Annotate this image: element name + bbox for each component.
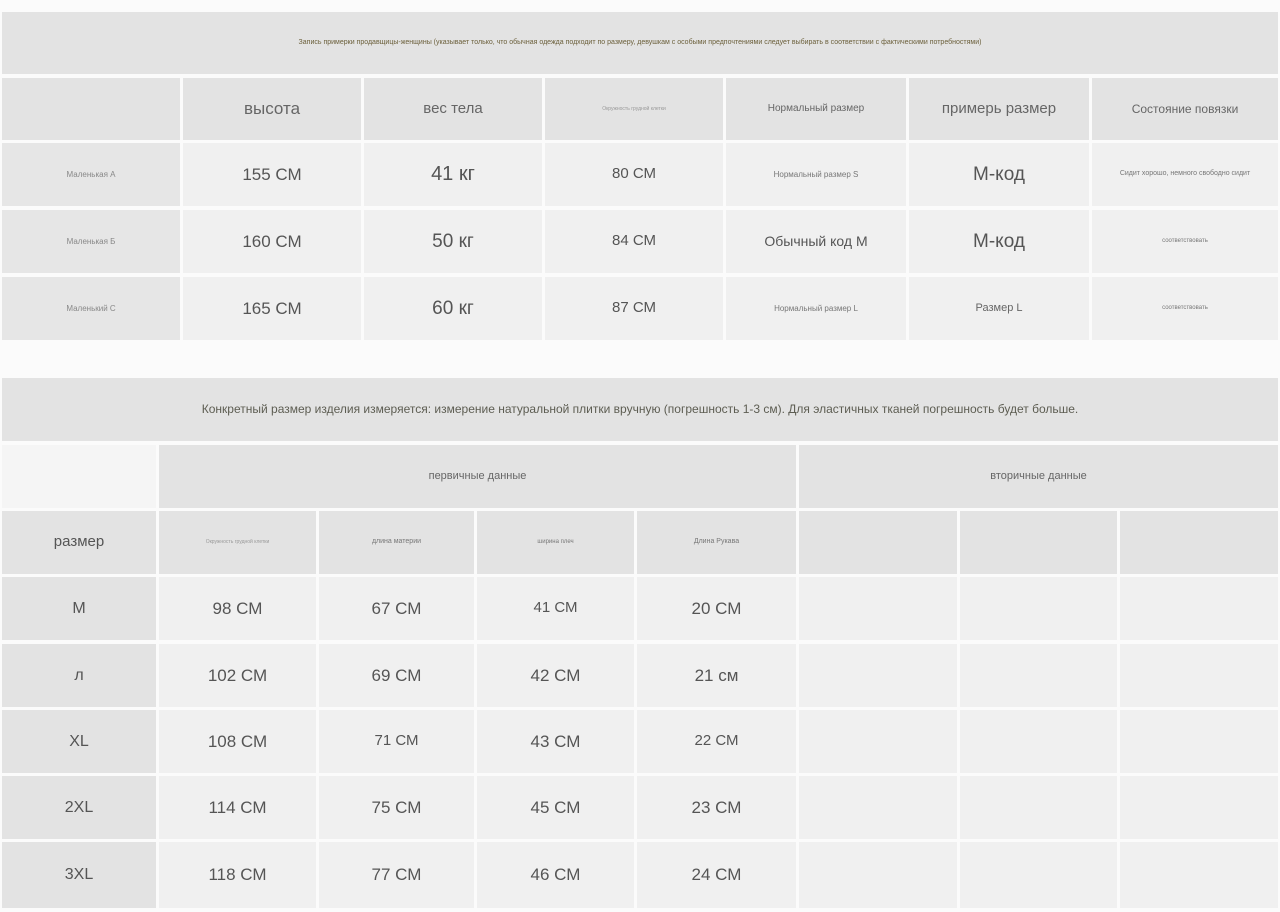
sub-header-secondary-1	[799, 511, 957, 574]
fitting-header-status: Состояние повязки	[1092, 78, 1278, 140]
fitting-header-normal-size: Нормальный размер	[726, 78, 906, 140]
size-row-secondary-2	[960, 577, 1117, 640]
size-row-shoulder: 45 СМ	[477, 776, 634, 839]
fitting-row-bust: 87 СМ	[545, 277, 723, 340]
size-row-shoulder: 46 СМ	[477, 842, 634, 908]
size-row-label: л	[2, 644, 156, 707]
size-row-label: 2XL	[2, 776, 156, 839]
size-table-banner: Конкретный размер изделия измеряется: из…	[2, 378, 1278, 441]
size-row-length: 67 СМ	[319, 577, 474, 640]
fitting-header-height: высота	[183, 78, 361, 140]
size-row-secondary-1	[799, 644, 957, 707]
fitting-row-name: Маленькая А	[2, 143, 180, 206]
sub-header-length: длина материи	[319, 511, 474, 574]
size-row-label: M	[2, 577, 156, 640]
size-row-length: 77 СМ	[319, 842, 474, 908]
group-header-secondary: вторичные данные	[799, 445, 1278, 508]
sub-header-secondary-2	[960, 511, 1117, 574]
fitting-row-normal-size: Нормальный размер S	[726, 143, 906, 206]
fitting-header-bust: Окружность грудной клетки	[545, 78, 723, 140]
size-row-secondary-1	[799, 776, 957, 839]
size-row-secondary-3	[1120, 842, 1278, 908]
size-column-header: размер	[2, 511, 156, 574]
fitting-row-status: соответствовать	[1092, 210, 1278, 273]
size-row-length: 69 СМ	[319, 644, 474, 707]
fitting-row-weight: 60 кг	[364, 277, 542, 340]
size-row-bust: 118 СМ	[159, 842, 316, 908]
size-row-label: 3XL	[2, 842, 156, 908]
size-row-sleeve: 21 см	[637, 644, 796, 707]
fitting-header-try-size: примерь размер	[909, 78, 1089, 140]
fitting-header-weight: вес тела	[364, 78, 542, 140]
size-row-bust: 102 СМ	[159, 644, 316, 707]
size-row-bust: 114 СМ	[159, 776, 316, 839]
sub-header-shoulder: ширина плеч	[477, 511, 634, 574]
fitting-row-weight: 41 кг	[364, 143, 542, 206]
fitting-row-try-size: М-код	[909, 210, 1089, 273]
size-row-sleeve: 23 СМ	[637, 776, 796, 839]
sub-header-sleeve: Длина Рукава	[637, 511, 796, 574]
fitting-row-try-size: Размер L	[909, 277, 1089, 340]
group-header-primary: первичные данные	[159, 445, 796, 508]
size-row-label: XL	[2, 710, 156, 773]
size-row-shoulder: 41 СМ	[477, 577, 634, 640]
fitting-row-height: 160 СМ	[183, 210, 361, 273]
size-row-bust: 108 СМ	[159, 710, 316, 773]
size-row-secondary-3	[1120, 644, 1278, 707]
size-row-secondary-1	[799, 577, 957, 640]
size-row-secondary-1	[799, 710, 957, 773]
sub-header-bust: Окружность грудной клетки	[159, 511, 316, 574]
size-row-secondary-3	[1120, 710, 1278, 773]
size-row-secondary-2	[960, 710, 1117, 773]
size-row-sleeve: 22 СМ	[637, 710, 796, 773]
size-header-corner	[2, 445, 156, 508]
size-row-length: 71 СМ	[319, 710, 474, 773]
fitting-row-height: 155 СМ	[183, 143, 361, 206]
size-row-bust: 98 СМ	[159, 577, 316, 640]
size-row-secondary-3	[1120, 776, 1278, 839]
fitting-row-normal-size: Обычный код М	[726, 210, 906, 273]
size-row-secondary-1	[799, 842, 957, 908]
fitting-row-try-size: М-код	[909, 143, 1089, 206]
size-row-shoulder: 43 СМ	[477, 710, 634, 773]
fitting-row-name: Маленькая Б	[2, 210, 180, 273]
sub-header-secondary-3	[1120, 511, 1278, 574]
size-row-secondary-2	[960, 842, 1117, 908]
size-row-secondary-2	[960, 644, 1117, 707]
fitting-table-banner: Запись примерки продавщицы-женщины (указ…	[2, 12, 1278, 74]
fitting-header-corner	[2, 78, 180, 140]
fitting-row-status: соответствовать	[1092, 277, 1278, 340]
fitting-row-status: Сидит хорошо, немного свободно сидит	[1092, 143, 1278, 206]
size-row-sleeve: 24 СМ	[637, 842, 796, 908]
fitting-row-bust: 84 СМ	[545, 210, 723, 273]
size-row-secondary-2	[960, 776, 1117, 839]
fitting-row-bust: 80 СМ	[545, 143, 723, 206]
size-row-sleeve: 20 СМ	[637, 577, 796, 640]
size-row-shoulder: 42 СМ	[477, 644, 634, 707]
size-row-secondary-3	[1120, 577, 1278, 640]
fitting-row-name: Маленький С	[2, 277, 180, 340]
fitting-row-normal-size: Нормальный размер L	[726, 277, 906, 340]
fitting-row-height: 165 СМ	[183, 277, 361, 340]
fitting-row-weight: 50 кг	[364, 210, 542, 273]
size-row-length: 75 СМ	[319, 776, 474, 839]
